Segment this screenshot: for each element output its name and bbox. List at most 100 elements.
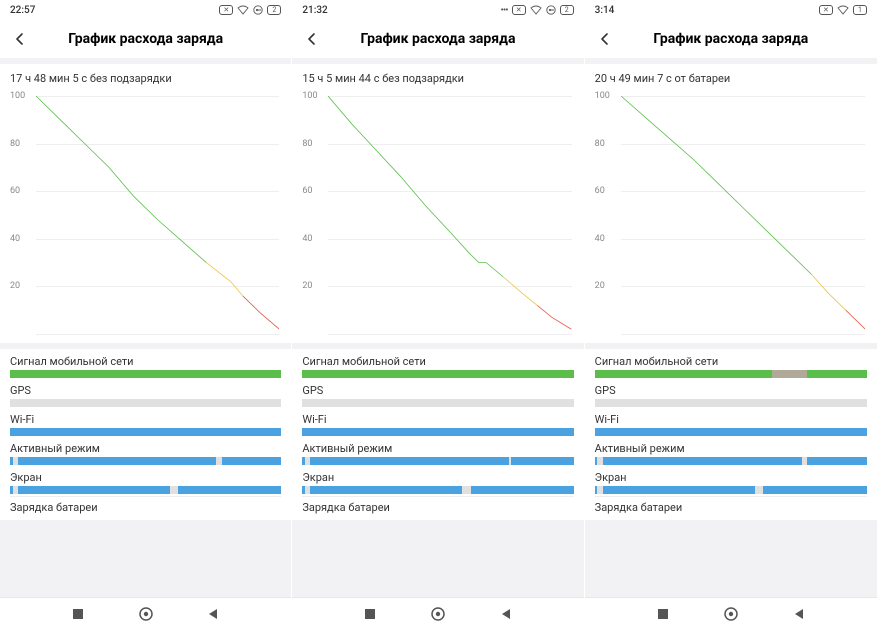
wifi-icon bbox=[530, 5, 542, 15]
nav-back-button[interactable] bbox=[779, 602, 819, 626]
plot-area bbox=[621, 96, 865, 334]
nav-home-button[interactable] bbox=[711, 602, 751, 626]
bar-row-active: Активный режим bbox=[10, 438, 281, 465]
usage-bars-section: Сигнал мобильной сети GPS Wi-Fi Активный… bbox=[0, 349, 291, 520]
bar-row-wifi: Wi-Fi bbox=[10, 409, 281, 436]
battery-chart: 10080604020 bbox=[595, 91, 867, 339]
bar-row-charging: Зарядка батареи bbox=[10, 497, 281, 514]
bar-label: Wi-Fi bbox=[302, 413, 573, 426]
nav-home-button[interactable] bbox=[126, 602, 166, 626]
triangle-left-icon bbox=[499, 607, 513, 621]
phone-screen: 3:14 ✕1 График расхода заряда 20 ч 49 ми… bbox=[585, 0, 877, 629]
battery-chart: 10080604020 bbox=[10, 91, 281, 339]
bar-label: Сигнал мобильной сети bbox=[595, 355, 867, 368]
usage-bar bbox=[10, 457, 281, 465]
status-time: 21:32 bbox=[302, 5, 327, 16]
bar-label: Экран bbox=[10, 471, 281, 484]
content-area[interactable]: 15 ч 5 мин 44 с без подзарядки 100806040… bbox=[292, 58, 583, 597]
usage-bar bbox=[10, 486, 281, 494]
bar-label: GPS bbox=[595, 384, 867, 397]
bar-row-signal: Сигнал мобильной сети bbox=[302, 351, 573, 378]
phone-screen: 21:32 •••✕2 График расхода заряда 15 ч 5… bbox=[292, 0, 584, 629]
usage-bars-section: Сигнал мобильной сети GPS Wi-Fi Активный… bbox=[585, 349, 877, 520]
vpn-key-icon bbox=[546, 5, 556, 15]
usage-bar bbox=[302, 399, 573, 407]
nav-home-button[interactable] bbox=[418, 602, 458, 626]
network-icon: ✕ bbox=[819, 5, 833, 15]
bar-label: Экран bbox=[302, 471, 573, 484]
bar-row-signal: Сигнал мобильной сети bbox=[595, 351, 867, 378]
usage-bar bbox=[595, 399, 867, 407]
y-axis-labels: 10080604020 bbox=[595, 91, 619, 339]
status-bar: 21:32 •••✕2 bbox=[292, 0, 583, 20]
bar-label: GPS bbox=[302, 384, 573, 397]
bar-label: Активный режим bbox=[595, 442, 867, 455]
nav-recent-button[interactable] bbox=[58, 602, 98, 626]
bar-row-wifi: Wi-Fi bbox=[595, 409, 867, 436]
usage-bar bbox=[10, 399, 281, 407]
bar-label: Активный режим bbox=[302, 442, 573, 455]
plot-area bbox=[328, 96, 571, 334]
more-icon: ••• bbox=[501, 5, 508, 16]
usage-bar bbox=[595, 428, 867, 436]
android-nav-bar bbox=[585, 597, 877, 629]
battery-icon: 2 bbox=[267, 5, 281, 15]
chart-caption: 17 ч 48 мин 5 с без подзарядки bbox=[10, 72, 281, 85]
battery-icon: 1 bbox=[853, 5, 867, 15]
nav-recent-button[interactable] bbox=[643, 602, 683, 626]
app-header: График расхода заряда bbox=[292, 20, 583, 58]
bar-row-active: Активный режим bbox=[302, 438, 573, 465]
bar-row-screen: Экран bbox=[10, 467, 281, 494]
content-area[interactable]: 20 ч 49 мин 7 с от батареи 10080604020 С… bbox=[585, 58, 877, 597]
content-area[interactable]: 17 ч 48 мин 5 с без подзарядки 100806040… bbox=[0, 58, 291, 597]
bar-row-screen: Экран bbox=[595, 467, 867, 494]
bar-label: Сигнал мобильной сети bbox=[10, 355, 281, 368]
nav-back-button[interactable] bbox=[486, 602, 526, 626]
battery-chart-card: 20 ч 49 мин 7 с от батареи 10080604020 bbox=[585, 64, 877, 343]
battery-icon: 2 bbox=[560, 5, 574, 15]
battery-chart: 10080604020 bbox=[302, 91, 573, 339]
vpn-key-icon bbox=[253, 5, 263, 15]
usage-bar bbox=[302, 370, 573, 378]
page-title: График расхода заряда bbox=[595, 31, 867, 47]
network-icon: ✕ bbox=[219, 5, 233, 15]
app-header: График расхода заряда bbox=[585, 20, 877, 58]
y-axis-labels: 10080604020 bbox=[10, 91, 34, 339]
usage-bar bbox=[595, 486, 867, 494]
bar-row-active: Активный режим bbox=[595, 438, 867, 465]
android-nav-bar bbox=[292, 597, 583, 629]
y-axis-labels: 10080604020 bbox=[302, 91, 326, 339]
usage-bar bbox=[595, 457, 867, 465]
app-header: График расхода заряда bbox=[0, 20, 291, 58]
usage-bar bbox=[302, 428, 573, 436]
circle-icon bbox=[430, 606, 446, 622]
nav-recent-button[interactable] bbox=[350, 602, 390, 626]
nav-back-button[interactable] bbox=[193, 602, 233, 626]
status-bar: 3:14 ✕1 bbox=[585, 0, 877, 20]
bar-label: Зарядка батареи bbox=[595, 501, 867, 514]
phone-screen: 22:57 ✕ 2 График расхода заряда 17 ч 48 м… bbox=[0, 0, 292, 629]
bar-row-gps: GPS bbox=[10, 380, 281, 407]
usage-bar bbox=[10, 370, 281, 378]
usage-bar bbox=[302, 486, 573, 494]
android-nav-bar bbox=[0, 597, 291, 629]
wifi-icon bbox=[837, 5, 849, 15]
page-title: График расхода заряда bbox=[302, 31, 573, 47]
bar-label: Сигнал мобильной сети bbox=[302, 355, 573, 368]
bar-row-wifi: Wi-Fi bbox=[302, 409, 573, 436]
bar-row-gps: GPS bbox=[595, 380, 867, 407]
usage-bars-section: Сигнал мобильной сети GPS Wi-Fi Активный… bbox=[292, 349, 583, 520]
plot-area bbox=[36, 96, 279, 334]
battery-chart-card: 15 ч 5 мин 44 с без подзарядки 100806040… bbox=[292, 64, 583, 343]
bar-label: Wi-Fi bbox=[10, 413, 281, 426]
status-time: 22:57 bbox=[10, 5, 35, 16]
bar-row-signal: Сигнал мобильной сети bbox=[10, 351, 281, 378]
triangle-left-icon bbox=[206, 607, 220, 621]
chart-caption: 20 ч 49 мин 7 с от батареи bbox=[595, 72, 867, 85]
page-title: График расхода заряда bbox=[10, 31, 281, 47]
usage-bar bbox=[10, 428, 281, 436]
circle-icon bbox=[138, 606, 154, 622]
square-icon bbox=[363, 607, 377, 621]
usage-bar bbox=[595, 370, 867, 378]
bar-label: Активный режим bbox=[10, 442, 281, 455]
